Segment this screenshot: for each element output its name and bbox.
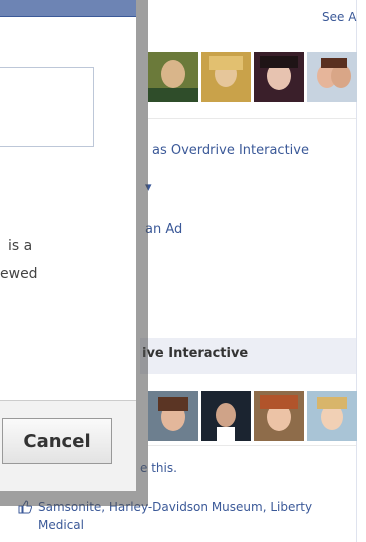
friend-avatar[interactable]: [201, 52, 251, 102]
dialog-titlebar: [0, 0, 136, 17]
fan-avatar[interactable]: [148, 391, 198, 441]
fan-avatar[interactable]: [254, 391, 304, 441]
fans-faces-row: [148, 391, 357, 441]
dialog-description-line-2: ewed: [0, 266, 38, 282]
fan-avatar[interactable]: [201, 391, 251, 441]
message-textarea[interactable]: [0, 67, 94, 147]
dialog: is a ewed Cancel: [0, 0, 136, 491]
fan-avatar[interactable]: [307, 391, 357, 441]
create-ad-link[interactable]: an Ad: [145, 222, 182, 237]
cancel-button[interactable]: Cancel: [2, 418, 112, 464]
section-header-title: ive Interactive: [142, 346, 249, 361]
friends-faces-row: [148, 52, 357, 102]
section-divider: [148, 445, 356, 446]
dialog-description-line-1: is a: [8, 238, 33, 254]
friend-avatar[interactable]: [148, 52, 198, 102]
friend-avatar[interactable]: [307, 52, 357, 102]
section-divider: [148, 118, 356, 119]
act-as-link[interactable]: as Overdrive Interactive: [152, 143, 309, 158]
see-all-link[interactable]: See A: [322, 10, 356, 24]
friend-avatar[interactable]: [254, 52, 304, 102]
